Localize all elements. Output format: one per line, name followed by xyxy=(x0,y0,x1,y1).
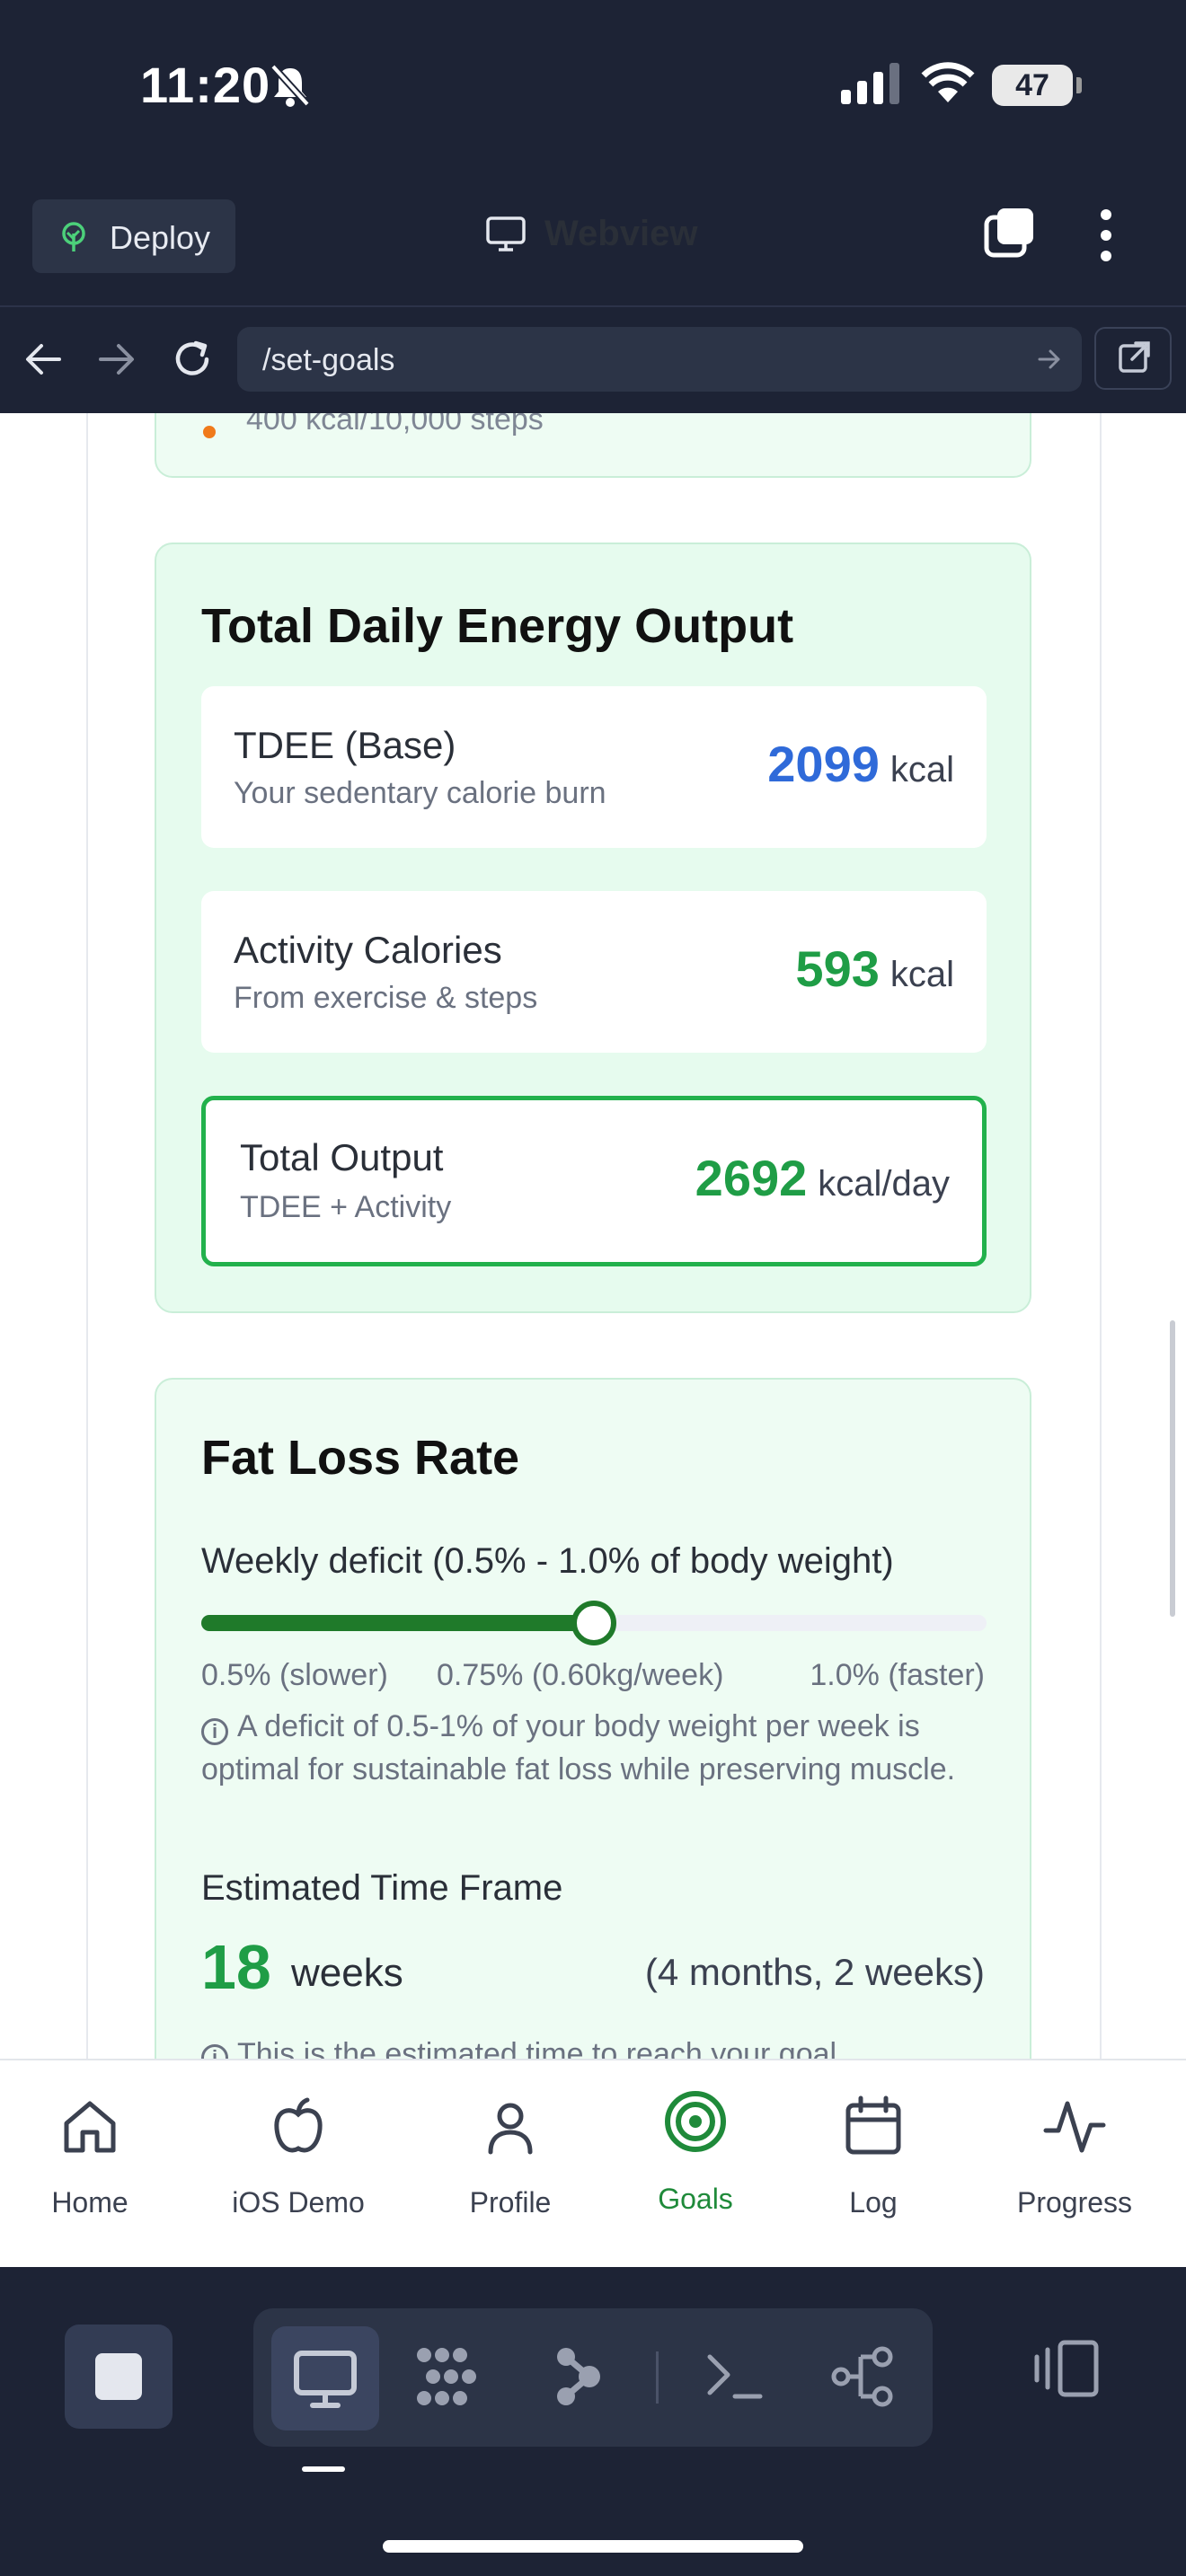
time-frame-label: Estimated Time Frame xyxy=(201,1868,563,1908)
dev-toolbar xyxy=(0,2267,1186,2576)
wifi-icon xyxy=(920,61,976,109)
calendar-icon xyxy=(841,2095,906,2164)
deploy-button[interactable]: Deploy xyxy=(32,199,235,273)
deficit-note: iA deficit of 0.5-1% of your body weight… xyxy=(201,1705,987,1791)
deficit-slider-thumb[interactable] xyxy=(571,1601,616,1645)
webview-tool-button[interactable] xyxy=(271,2326,379,2430)
url-text: /set-goals xyxy=(262,343,395,377)
tdee-card: Total Daily Energy Output TDEE (Base) Yo… xyxy=(155,543,1031,1313)
nav-goals-label: Goals xyxy=(658,2183,733,2215)
monitor-icon xyxy=(485,216,527,262)
status-bar: 11:20 47 xyxy=(0,0,1186,180)
profile-icon xyxy=(478,2095,543,2164)
tdee-base-row: TDEE (Base) Your sedentary calorie burn … xyxy=(201,686,987,848)
total-output-unit: kcal/day xyxy=(818,1164,950,1204)
status-time: 11:20 xyxy=(140,57,271,113)
activity-note: 400 kcal/10,000 steps xyxy=(246,413,544,437)
activity-calories-value: 593 kcal xyxy=(795,940,954,998)
tdee-base-value: 2099 kcal xyxy=(767,735,954,793)
activity-icon xyxy=(1042,2095,1107,2164)
weeks-unit: weeks xyxy=(291,1951,403,1995)
tdee-card-title: Total Daily Energy Output xyxy=(201,599,794,653)
activity-calories-unit: kcal xyxy=(890,955,954,994)
nav-log[interactable]: Log xyxy=(783,2060,963,2269)
bell-muted-icon xyxy=(270,63,311,112)
tdee-base-sub: Your sedentary calorie burn xyxy=(234,776,606,810)
fat-loss-title: Fat Loss Rate xyxy=(201,1431,520,1485)
nav-progress[interactable]: Progress xyxy=(985,2060,1164,2269)
agent-icon[interactable] xyxy=(550,2341,613,2417)
page-content: 400 kcal/10,000 steps Total Daily Energy… xyxy=(0,413,1186,2059)
nav-home[interactable]: Home xyxy=(0,2060,180,2269)
total-output-value: 2692 kcal/day xyxy=(695,1149,950,1207)
nav-profile[interactable]: Profile xyxy=(420,2060,600,2269)
activity-calories-sub: From exercise & steps xyxy=(234,981,538,1015)
active-tool-indicator xyxy=(302,2466,345,2472)
target-icon xyxy=(663,2089,728,2158)
tdee-base-number: 2099 xyxy=(767,736,880,792)
stop-button[interactable] xyxy=(65,2325,173,2429)
activity-calories-row: Activity Calories From exercise & steps … xyxy=(201,891,987,1053)
fat-loss-card: Fat Loss Rate Weekly deficit (0.5% - 1.0… xyxy=(155,1378,1031,2059)
activity-calories-number: 593 xyxy=(795,940,880,997)
app-top-bar: Deploy Webview xyxy=(0,180,1186,307)
webview-label: Webview xyxy=(544,214,698,253)
home-icon xyxy=(58,2095,122,2164)
time-note: i This is the estimated time to reach you… xyxy=(201,2037,836,2059)
nav-home-label: Home xyxy=(51,2186,128,2219)
nav-goals[interactable]: Goals xyxy=(606,2060,785,2269)
branch-icon[interactable] xyxy=(828,2344,897,2413)
weekly-deficit-label: Weekly deficit (0.5% - 1.0% of body weig… xyxy=(201,1541,894,1581)
apple-icon xyxy=(266,2095,331,2164)
deficit-slider-fill xyxy=(201,1615,594,1631)
nav-profile-label: Profile xyxy=(469,2186,552,2219)
toolbar-divider xyxy=(656,2351,659,2404)
tdee-base-label: TDEE (Base) xyxy=(234,724,456,766)
slider-max-label: 1.0% (faster) xyxy=(810,1658,985,1692)
total-output-row: Total Output TDEE + Activity 2692 kcal/da… xyxy=(201,1096,987,1266)
battery-indicator: 47 xyxy=(992,65,1082,106)
signal-icon xyxy=(841,63,900,109)
more-options-icon[interactable] xyxy=(1093,207,1120,269)
reload-icon[interactable] xyxy=(171,338,214,385)
forward-arrow-icon[interactable] xyxy=(97,341,137,382)
total-output-label: Total Output xyxy=(240,1136,444,1178)
tdee-base-unit: kcal xyxy=(890,750,954,790)
activity-card-partial: 400 kcal/10,000 steps xyxy=(155,413,1031,478)
tabs-icon[interactable] xyxy=(981,205,1039,267)
bullet-dot xyxy=(203,426,216,438)
tool-group xyxy=(253,2308,933,2447)
weeks-extra: (4 months, 2 weeks) xyxy=(644,1951,985,1993)
url-bar: /set-goals xyxy=(0,307,1186,413)
deficit-note-text: A deficit of 0.5-1% of your body weight … xyxy=(201,1709,956,1786)
slider-mid-label: 0.75% (0.60kg/week) xyxy=(437,1658,724,1692)
scrollbar[interactable] xyxy=(1170,1320,1175,1617)
back-arrow-icon[interactable] xyxy=(23,341,63,382)
device-layout-icon[interactable] xyxy=(1033,2339,1102,2403)
bottom-nav: Home iOS Demo Profile Goals Log Progress xyxy=(0,2059,1186,2269)
nav-ios-demo-label: iOS Demo xyxy=(232,2186,365,2219)
deploy-icon xyxy=(58,221,90,258)
deploy-label: Deploy xyxy=(110,219,211,256)
grid-dots-icon[interactable] xyxy=(412,2341,483,2417)
open-external-icon[interactable] xyxy=(1094,327,1172,390)
activity-calories-label: Activity Calories xyxy=(234,929,502,971)
go-arrow-icon[interactable] xyxy=(1037,347,1062,376)
nav-ios-demo[interactable]: iOS Demo xyxy=(208,2060,388,2269)
time-note-text: This is the estimated time to reach your… xyxy=(237,2037,837,2059)
terminal-icon[interactable] xyxy=(704,2350,767,2408)
home-indicator xyxy=(383,2540,803,2553)
slider-min-label: 0.5% (slower) xyxy=(201,1658,388,1692)
nav-log-label: Log xyxy=(849,2186,898,2219)
info-icon: i xyxy=(201,2044,228,2059)
total-output-sub: TDEE + Activity xyxy=(240,1190,452,1224)
total-output-number: 2692 xyxy=(695,1150,808,1206)
nav-progress-label: Progress xyxy=(1016,2186,1133,2219)
info-icon: i xyxy=(201,1718,228,1745)
weeks-number: 18 xyxy=(201,1932,271,2002)
url-input[interactable]: /set-goals xyxy=(237,327,1082,392)
